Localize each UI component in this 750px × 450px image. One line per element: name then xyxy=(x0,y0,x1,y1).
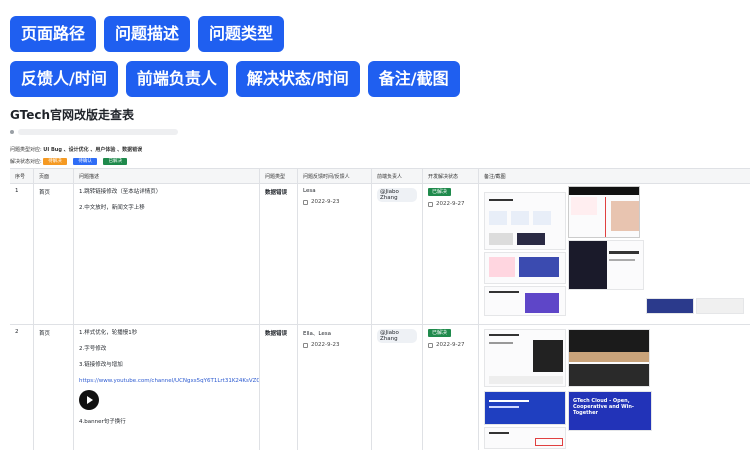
blurred-meta xyxy=(18,129,178,135)
legend-status-label: 解决状态对应: xyxy=(10,159,42,165)
desc-line: 4.banner句子换行 xyxy=(79,419,126,425)
row-description[interactable]: 1.样式优化，轮播慢1秒 2.字号修改 3.链接修改与增加 https://ww… xyxy=(74,325,260,450)
table-header-row: 序号 页面 问题描述 问题类型 问题反馈时间/反馈人 前端负责人 开发解决状态 … xyxy=(10,169,750,184)
thumbnail-title: GTech Cloud - Open, Cooperative and Win-… xyxy=(573,398,634,416)
row-type[interactable]: 数据错误 xyxy=(260,325,298,450)
author-avatar-icon xyxy=(10,130,14,134)
issue-table: 序号 页面 问题描述 问题类型 问题反馈时间/反馈人 前端负责人 开发解决状态 … xyxy=(10,168,750,450)
header-tags: 页面路径 问题描述 问题类型 反馈人/时间 前端负责人 解决状态/时间 备注/截… xyxy=(10,16,750,106)
document-meta xyxy=(10,125,750,139)
desc-line: 1.跳转链接修改（至本站详情页） xyxy=(79,189,162,195)
tag-notes-screenshot: 备注/截图 xyxy=(367,61,460,97)
owner-mention[interactable]: @Jiabo Zhang xyxy=(377,329,417,343)
row-reporter[interactable]: Ella、Lesa 2022-9-23 xyxy=(298,325,372,450)
row-index: 1 xyxy=(10,184,34,324)
screenshot-thumbnail[interactable] xyxy=(484,391,566,425)
status-badge[interactable]: 已解决 xyxy=(428,329,452,337)
reporter-name: Ella、Lesa xyxy=(303,331,331,337)
legend-status: 解决状态对应: 待解决 待确认 已解决 xyxy=(10,156,750,168)
legend-type-label: 问题类型对应: xyxy=(10,147,42,153)
calendar-icon xyxy=(428,201,433,207)
row-status[interactable]: 已解决 2022-9-27 xyxy=(423,184,479,324)
status-date: 2022-9-27 xyxy=(428,342,473,348)
report-date: 2022-9-23 xyxy=(303,199,366,205)
header-page[interactable]: 页面 xyxy=(34,169,74,183)
screenshot-thumbnail[interactable] xyxy=(696,298,744,314)
legend-type-values: UI Bug 、设计优化 、用户体验 、数据错误 xyxy=(43,147,143,153)
tag-status-time: 解决状态/时间 xyxy=(235,61,360,97)
desc-line: 2.中文放时，新闻文字上移 xyxy=(79,205,145,211)
pill-pending: 待解决 xyxy=(43,158,67,165)
tag-row-1: 页面路径 问题描述 问题类型 xyxy=(10,16,750,52)
header-description[interactable]: 问题描述 xyxy=(74,169,260,183)
screenshot-thumbnail[interactable] xyxy=(568,329,650,387)
reporter-name: Lesa xyxy=(303,188,316,194)
desc-line: 2.字号修改 xyxy=(79,346,107,352)
report-date-text: 2022-9-23 xyxy=(311,199,340,205)
row-screenshots[interactable] xyxy=(479,184,750,324)
screenshot-thumbnail[interactable] xyxy=(484,252,566,284)
screenshot-thumbnail[interactable] xyxy=(568,240,644,290)
row-type[interactable]: 数据错误 xyxy=(260,184,298,324)
pill-to-confirm: 待确认 xyxy=(73,158,97,165)
screenshot-thumbnail[interactable] xyxy=(484,329,566,387)
tag-row-2: 反馈人/时间 前端负责人 解决状态/时间 备注/截图 xyxy=(10,61,750,97)
header-notes[interactable]: 备注/截图 xyxy=(479,169,750,183)
row-status[interactable]: 已解决 2022-9-27 xyxy=(423,325,479,450)
report-date: 2022-9-23 xyxy=(303,342,366,348)
document-title: GTech官网改版走查表 xyxy=(10,108,135,122)
row-page: 首页 xyxy=(34,325,74,450)
desc-line: 3.链接修改与增加 xyxy=(79,362,123,368)
tag-reporter-time: 反馈人/时间 xyxy=(10,61,118,97)
row-reporter[interactable]: Lesa 2022-9-23 xyxy=(298,184,372,324)
table-row[interactable]: 1 首页 1.跳转链接修改（至本站详情页） 2.中文放时，新闻文字上移 数据错误… xyxy=(10,184,750,325)
screenshot-thumbnail[interactable] xyxy=(484,427,566,449)
header-type[interactable]: 问题类型 xyxy=(260,169,298,183)
screenshot-thumbnail[interactable] xyxy=(646,298,694,314)
row-page: 首页 xyxy=(34,184,74,324)
row-owner[interactable]: @Jiabo Zhang xyxy=(372,184,423,324)
desc-line: 1.样式优化，轮播慢1秒 xyxy=(79,330,138,336)
calendar-icon xyxy=(303,199,308,205)
calendar-icon xyxy=(303,342,308,348)
youtube-icon[interactable] xyxy=(79,390,99,410)
status-badge[interactable]: 已解决 xyxy=(428,188,452,196)
screenshot-thumbnail[interactable] xyxy=(568,186,640,238)
owner-mention[interactable]: @Jiabo Zhang xyxy=(377,188,417,202)
table-row[interactable]: 2 首页 1.样式优化，轮播慢1秒 2.字号修改 3.链接修改与增加 https… xyxy=(10,325,750,450)
row-screenshots[interactable]: GTech Cloud - Open, Cooperative and Win-… xyxy=(479,325,750,450)
status-date: 2022-9-27 xyxy=(428,201,473,207)
screenshot-thumbnail[interactable]: GTech Cloud - Open, Cooperative and Win-… xyxy=(568,391,652,431)
screenshot-thumbnail[interactable] xyxy=(484,286,566,316)
screenshot-thumbnail[interactable] xyxy=(484,192,566,250)
calendar-icon xyxy=(428,342,433,348)
row-owner[interactable]: @Jiabo Zhang xyxy=(372,325,423,450)
youtube-link[interactable]: https://www.youtube.com/channel/UCNgxs5q… xyxy=(79,377,259,385)
tag-frontend-owner: 前端负责人 xyxy=(125,61,228,97)
header-status[interactable]: 开发解决状态 xyxy=(423,169,479,183)
report-date-text: 2022-9-23 xyxy=(311,342,340,348)
legend-issue-type: 问题类型对应: UI Bug 、设计优化 、用户体验 、数据错误 xyxy=(10,144,750,156)
header-index[interactable]: 序号 xyxy=(10,169,34,183)
status-date-text: 2022-9-27 xyxy=(436,342,465,348)
row-description[interactable]: 1.跳转链接修改（至本站详情页） 2.中文放时，新闻文字上移 xyxy=(74,184,260,324)
tag-issue-type: 问题类型 xyxy=(198,16,285,52)
header-reporter[interactable]: 问题反馈时间/反馈人 xyxy=(298,169,372,183)
header-owner[interactable]: 前端负责人 xyxy=(372,169,423,183)
status-date-text: 2022-9-27 xyxy=(436,201,465,207)
tag-page-path: 页面路径 xyxy=(10,16,97,52)
document-header: GTech官网改版走查表 问题类型对应: UI Bug 、设计优化 、用户体验 … xyxy=(10,105,750,168)
pill-resolved: 已解决 xyxy=(103,158,127,165)
tag-issue-description: 问题描述 xyxy=(104,16,191,52)
row-index: 2 xyxy=(10,325,34,450)
